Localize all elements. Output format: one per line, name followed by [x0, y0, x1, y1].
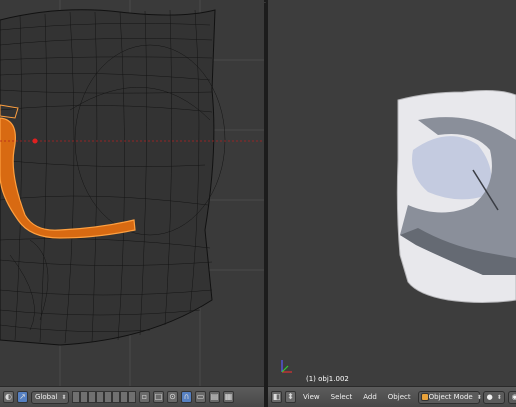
- chevron-updown-icon: ⬍: [496, 393, 502, 401]
- object-mode-icon: [420, 393, 429, 401]
- editor-type-icon[interactable]: ◧: [271, 391, 282, 403]
- axis-gizmo: [281, 360, 292, 373]
- header-bar-right: ◧ ⬍ View Select Add Object Object Mode ⬍…: [268, 386, 516, 407]
- viewport-right-solid[interactable]: (1) obj1.002: [268, 0, 516, 386]
- view-type-icon[interactable]: ◐: [3, 391, 14, 403]
- menu-collapse-icon[interactable]: ⬍: [285, 391, 296, 403]
- menu-object[interactable]: Object: [384, 393, 415, 401]
- menu-select[interactable]: Select: [327, 393, 357, 401]
- pivot-icon[interactable]: ⊙: [167, 391, 178, 403]
- mode-dropdown[interactable]: Object Mode ⬍: [417, 390, 482, 404]
- viewport-shading-dropdown[interactable]: ● ⬍: [482, 390, 505, 404]
- orientation-dropdown[interactable]: Global ⬍: [31, 390, 69, 404]
- wireframe-scene: [0, 0, 264, 386]
- header-bar-left: ◐ ↗ Global ⬍ ▫ □ ⊙ ∩ ▭ ▤ ▦: [0, 386, 264, 407]
- manipulator-icon[interactable]: ↗: [17, 391, 28, 403]
- pivot-point-icon: ◉: [512, 393, 516, 401]
- snap-icon[interactable]: ∩: [181, 391, 192, 403]
- chevron-updown-icon: ⬍: [476, 393, 482, 401]
- menu-add[interactable]: Add: [359, 393, 381, 401]
- orientation-value: Global: [35, 393, 58, 401]
- menu-view[interactable]: View: [299, 393, 324, 401]
- render-icon[interactable]: □: [153, 391, 164, 403]
- chevron-updown-icon: ⬍: [61, 393, 67, 401]
- active-object-label: (1) obj1.002: [306, 375, 349, 383]
- proportional-edit-icon[interactable]: ▭: [195, 391, 206, 403]
- mode-value: Object Mode: [428, 393, 473, 401]
- lock-icon[interactable]: ▫: [139, 391, 150, 403]
- overlay-icon[interactable]: ▦: [223, 391, 234, 403]
- camera-icon[interactable]: ▤: [209, 391, 220, 403]
- pivot-dropdown[interactable]: ◉: [507, 390, 516, 404]
- 3d-cursor-icon: [32, 138, 38, 144]
- viewport-left-wireframe[interactable]: [0, 0, 264, 386]
- layers-grid[interactable]: [72, 391, 136, 403]
- solid-scene: [281, 90, 516, 373]
- viewport-shading-icon: ●: [486, 393, 493, 401]
